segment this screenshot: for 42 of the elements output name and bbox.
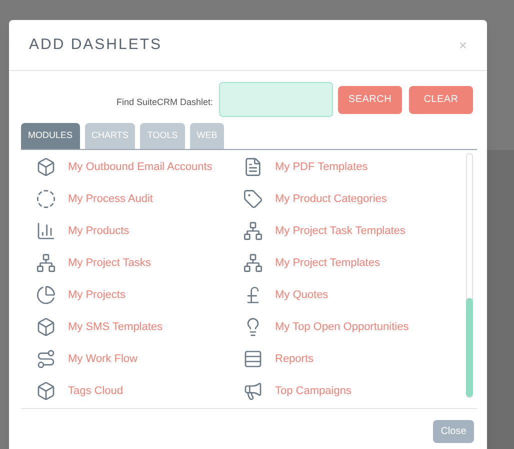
dashlet-link[interactable]: My Quotes: [275, 286, 328, 304]
dashlet-link[interactable]: My Process Audit: [68, 190, 153, 208]
hierarchy-icon: [243, 221, 263, 241]
document-icon: [243, 157, 263, 177]
megaphone-icon: [243, 381, 263, 401]
dashlet-link[interactable]: Top Campaigns: [275, 382, 352, 400]
dashlet-link[interactable]: Tags Cloud: [68, 382, 124, 400]
tab[interactable]: TOOLS: [140, 123, 185, 149]
dashlet-link[interactable]: My Products: [68, 222, 130, 240]
cube-icon: [36, 157, 56, 177]
dialog-title: ADD DASHLETS: [29, 34, 162, 55]
tab[interactable]: CHARTS: [84, 123, 136, 149]
tag-icon: [243, 189, 263, 209]
dashlet-link[interactable]: My Project Task Templates: [275, 222, 406, 240]
dashlet-link[interactable]: My Top Open Opportunities: [275, 318, 409, 336]
dashlet-link[interactable]: My PDF Templates: [275, 158, 368, 176]
dashlet-link[interactable]: My Project Templates: [275, 254, 380, 272]
clear-button[interactable]: CLEAR: [409, 86, 473, 114]
dashlet-link[interactable]: My Work Flow: [68, 350, 138, 368]
pie-chart-icon: [36, 285, 56, 305]
close-button[interactable]: ×: [458, 34, 467, 56]
dashlet-link[interactable]: My Projects: [68, 286, 126, 304]
dashlet-link[interactable]: My Product Categories: [275, 190, 387, 208]
close-button[interactable]: Close: [433, 420, 474, 443]
dashlet-link[interactable]: Reports: [275, 350, 314, 368]
cube-icon: [36, 317, 56, 337]
search-field[interactable]: [219, 82, 333, 117]
hierarchy-icon: [36, 253, 56, 273]
bar-chart-icon: [36, 221, 56, 241]
search-label: Find SuiteCRM Dashlet:: [116, 96, 213, 108]
search-button[interactable]: SEARCH: [338, 86, 402, 114]
hierarchy-icon: [243, 253, 263, 273]
dashed-circle-icon: [36, 189, 56, 209]
dashlet-link[interactable]: My Outbound Email Accounts: [68, 158, 212, 176]
route-icon: [36, 349, 56, 369]
dashlet-link[interactable]: My SMS Templates: [68, 318, 163, 336]
scrollbar-thumb[interactable]: [466, 298, 473, 397]
tab[interactable]: WEB: [190, 123, 224, 149]
report-icon: [243, 349, 263, 369]
tab[interactable]: MODULES: [21, 123, 80, 149]
dashlet-link[interactable]: My Project Tasks: [68, 254, 151, 272]
cube-icon: [36, 381, 56, 401]
